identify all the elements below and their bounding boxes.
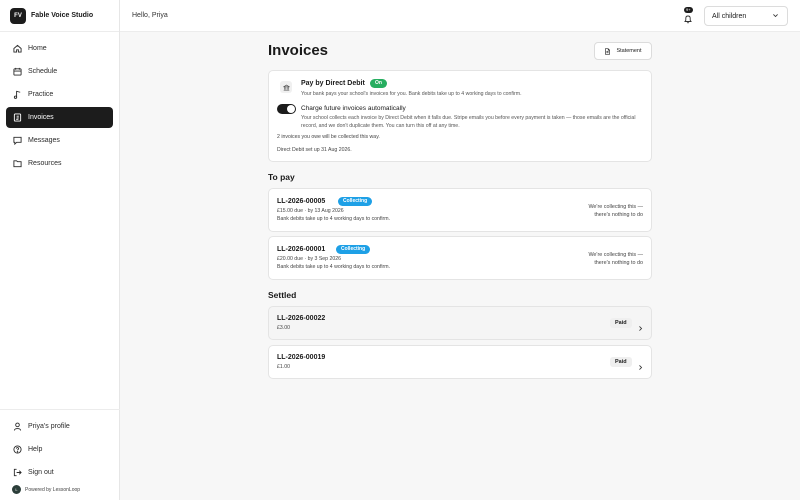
notification-badge: 9+ [684, 7, 693, 13]
brand-name: Fable Voice Studio [31, 12, 94, 19]
collecting-message: We're collecting this — there's nothing … [588, 251, 643, 267]
sidebar-item-label: Invoices [28, 114, 54, 121]
settled-invoice-card[interactable]: LL-2026-00022 £3.00 Paid [268, 306, 652, 340]
child-select-value: All children [712, 12, 747, 20]
sidebar-item-profile[interactable]: Priya's profile [6, 416, 114, 437]
sidebar-item-label: Resources [28, 160, 62, 167]
status-badge: Collecting [338, 197, 373, 206]
statement-label: Statement [616, 48, 642, 54]
document-icon [605, 47, 611, 55]
statement-button[interactable]: Statement [594, 42, 652, 60]
invoice-number: LL-2026-00022 [277, 315, 326, 322]
sidebar-nav: Home Schedule Practice Invoices Messages [0, 32, 119, 174]
collecting-message: We're collecting this — there's nothing … [588, 203, 643, 219]
sidebar-item-label: Priya's profile [28, 423, 70, 430]
to-pay-heading: To pay [268, 172, 295, 182]
sidebar-item-schedule[interactable]: Schedule [6, 61, 113, 82]
invoice-due: £15.00 due · by 13 Aug 2026 [277, 208, 344, 214]
status-badge: Paid [610, 318, 632, 328]
sidebar-item-home[interactable]: Home [6, 38, 113, 59]
sidebar-item-practice[interactable]: Practice [6, 84, 113, 105]
sign-out-icon [12, 468, 22, 478]
invoice-confirm-note: Bank debits take up to 4 working days to… [277, 216, 391, 222]
collected-note: 2 invoices you owe will be collected thi… [277, 134, 380, 140]
child-select[interactable]: All children [704, 6, 788, 26]
sidebar-item-help[interactable]: Help [6, 439, 114, 460]
folder-icon [12, 159, 22, 169]
lessonloop-logo-icon: L [12, 485, 21, 494]
powered-by-label: Powered by LessonLoop [25, 486, 81, 493]
collecting-message-line: We're collecting this — [588, 252, 643, 258]
invoice-card[interactable]: LL-2026-00005 Collecting £15.00 due · by… [268, 188, 652, 232]
music-note-icon [12, 90, 22, 100]
invoice-number: LL-2026-00001 [277, 246, 326, 253]
sidebar: FV Fable Voice Studio Home Schedule Prac… [0, 0, 120, 500]
page-title: Invoices [268, 42, 329, 59]
brand[interactable]: FV Fable Voice Studio [0, 0, 119, 32]
sidebar-item-messages[interactable]: Messages [6, 130, 113, 151]
chevron-right-icon [637, 358, 644, 370]
invoice-number: LL-2026-00005 [277, 198, 326, 205]
user-icon [12, 422, 22, 432]
direct-debit-title: Pay by Direct Debit [301, 80, 365, 87]
invoice-amount: £1.00 [277, 364, 290, 370]
invoice-due: £20.00 due · by 3 Sep 2026 [277, 256, 342, 262]
bank-icon [280, 81, 292, 93]
invoice-number: LL-2026-00019 [277, 354, 326, 361]
invoice-amount: £3.00 [277, 325, 290, 331]
status-badge: On [370, 79, 387, 88]
sidebar-item-label: Help [28, 446, 43, 453]
message-icon [12, 136, 22, 146]
collecting-message-line: there's nothing to do [594, 260, 643, 266]
chevron-right-icon [637, 319, 644, 331]
status-badge: Collecting [336, 245, 371, 254]
powered-by[interactable]: L Powered by LessonLoop [6, 485, 114, 494]
sidebar-item-label: Sign out [28, 469, 54, 476]
sidebar-item-label: Home [28, 45, 47, 52]
brand-logo: FV [10, 7, 26, 24]
settled-heading: Settled [268, 290, 297, 300]
home-icon [12, 44, 22, 54]
help-icon [12, 445, 22, 455]
top-bar: Hello, Priya 9+ All children [120, 0, 800, 32]
chevron-down-icon [772, 12, 779, 19]
invoice-confirm-note: Bank debits take up to 4 working days to… [277, 264, 391, 270]
invoice-icon [12, 113, 22, 123]
invoice-card[interactable]: LL-2026-00001 Collecting £20.00 due · by… [268, 236, 652, 280]
sidebar-item-sign-out[interactable]: Sign out [6, 462, 114, 483]
sidebar-footer: Priya's profile Help Sign out L Powered … [0, 409, 120, 500]
calendar-icon [12, 67, 22, 77]
sidebar-item-label: Messages [28, 137, 60, 144]
setup-note: Direct Debit set up 31 Aug 2026. [277, 147, 352, 153]
auto-charge-title: Charge future invoices automatically [301, 105, 406, 112]
direct-debit-card: Pay by Direct Debit On Your bank pays yo… [268, 70, 652, 162]
auto-charge-toggle[interactable] [277, 104, 296, 114]
direct-debit-subtitle: Your bank pays your school's invoices fo… [301, 91, 522, 97]
auto-charge-description: Your school collects each invoice by Dir… [301, 115, 636, 129]
collecting-message-line: there's nothing to do [594, 212, 643, 218]
settled-invoice-card[interactable]: LL-2026-00019 £1.00 Paid [268, 345, 652, 379]
status-badge: Paid [610, 357, 632, 367]
sidebar-item-label: Schedule [28, 68, 58, 75]
collecting-message-line: We're collecting this — [588, 204, 643, 210]
sidebar-item-resources[interactable]: Resources [6, 153, 113, 174]
greeting: Hello, Priya [132, 12, 168, 19]
sidebar-item-invoices[interactable]: Invoices [6, 107, 113, 128]
sidebar-item-label: Practice [28, 91, 54, 98]
